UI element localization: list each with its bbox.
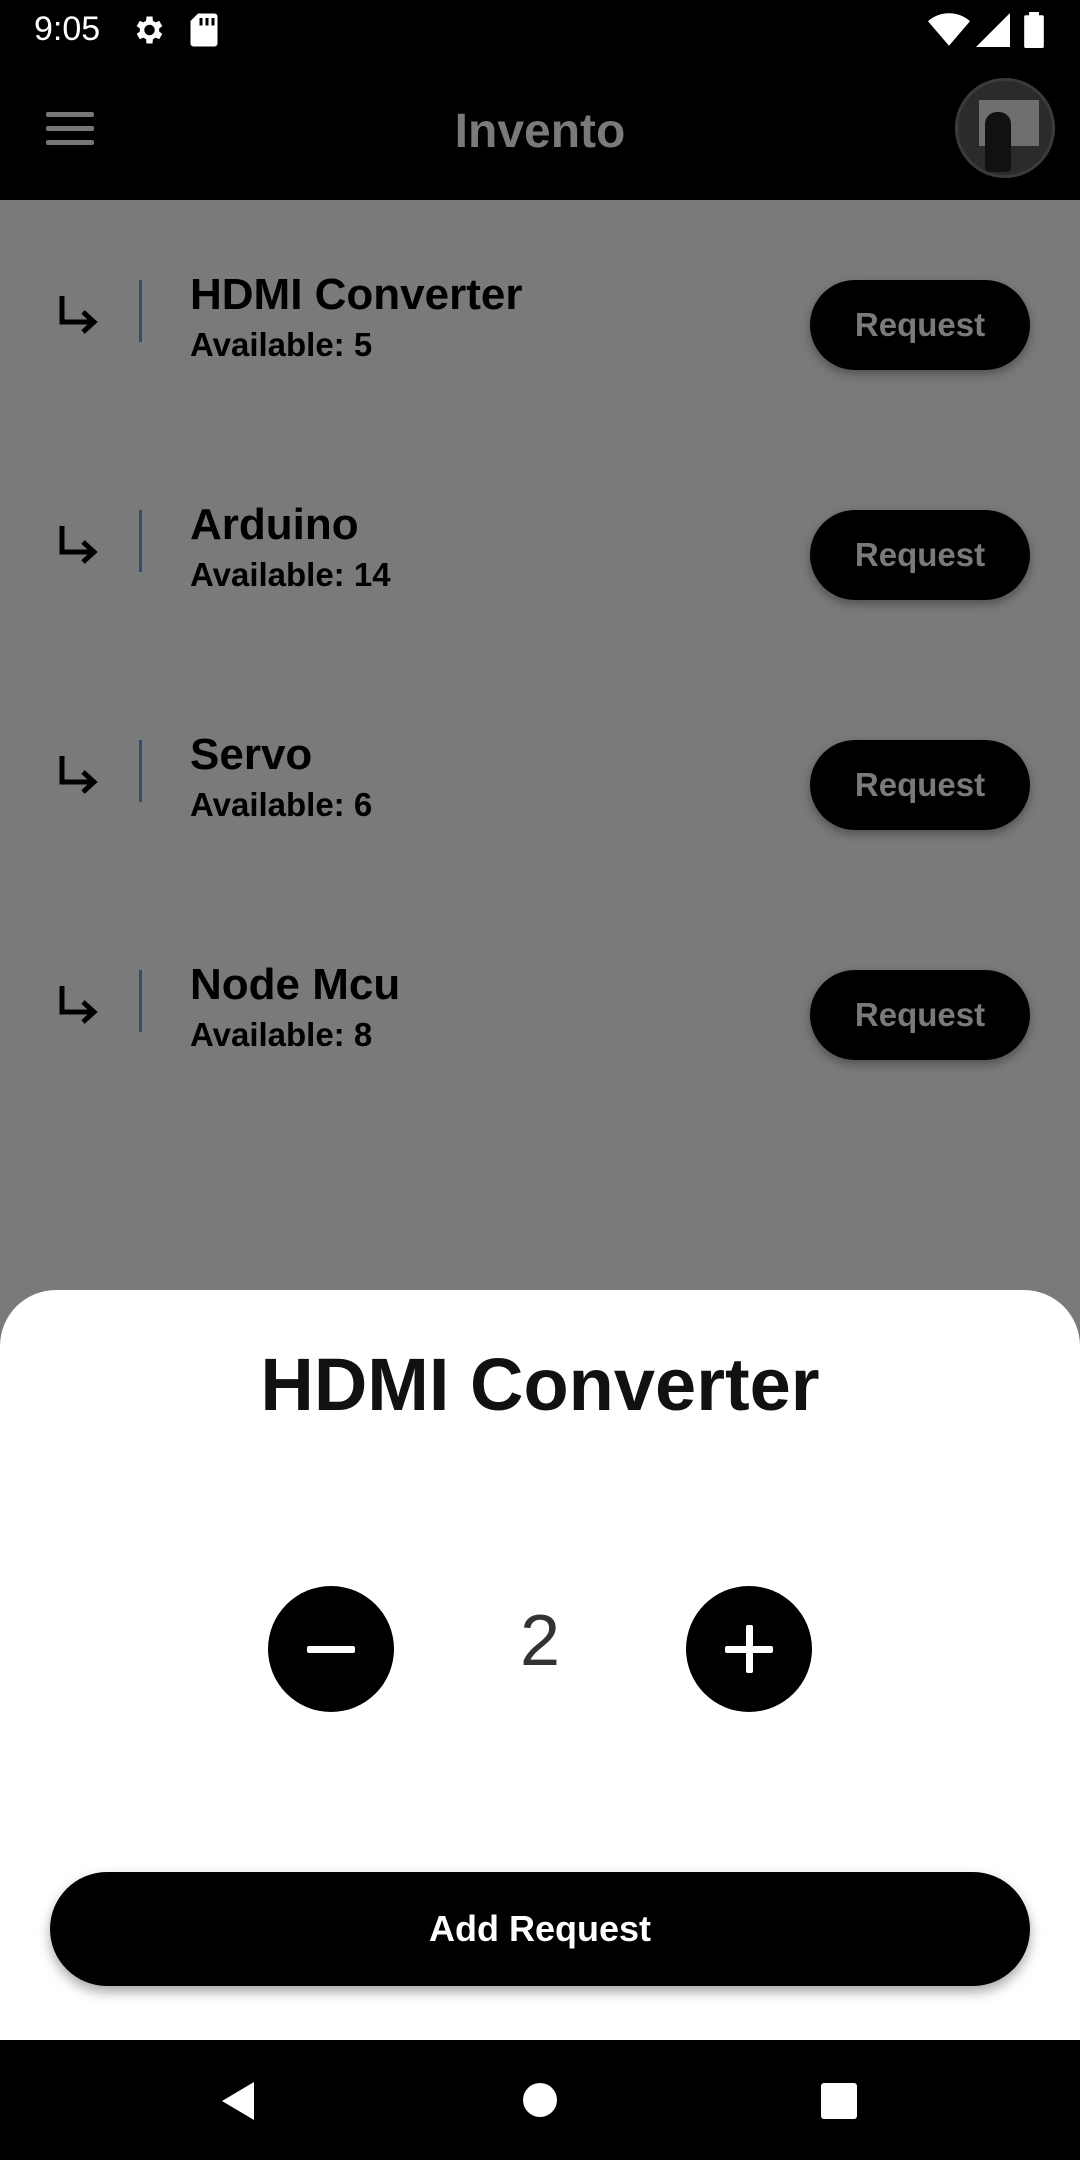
item-available: Available: 6	[190, 786, 373, 823]
quantity-value: 2	[519, 1601, 561, 1681]
minus-icon	[307, 1646, 355, 1653]
sheet-title: HDMI Converter	[260, 1343, 820, 1426]
subdirectory-arrow-icon	[59, 526, 98, 564]
divider	[139, 280, 142, 342]
item-name: HDMI Converter	[190, 270, 523, 319]
recents-icon[interactable]	[820, 2082, 858, 2120]
home-icon[interactable]	[522, 2082, 558, 2118]
sd-card-icon	[188, 12, 220, 53]
increment-button[interactable]	[686, 1586, 812, 1712]
divider	[139, 510, 142, 572]
list-item: Arduino Available: 14 Request	[0, 490, 1080, 620]
system-nav-bar	[0, 2040, 1080, 2160]
item-name: Servo	[190, 730, 313, 779]
subdirectory-arrow-icon	[59, 986, 98, 1024]
app-title: Invento	[454, 105, 626, 158]
app-bar: Invento	[0, 60, 1080, 200]
status-bar: 9:05	[0, 0, 1080, 60]
wifi-icon	[928, 12, 970, 53]
item-name: Node Mcu	[190, 960, 401, 1009]
gear-icon	[130, 12, 166, 53]
request-button[interactable]: Request	[810, 280, 1030, 370]
item-available: Available: 8	[190, 1016, 373, 1053]
divider	[139, 740, 142, 802]
subdirectory-arrow-icon	[59, 756, 98, 794]
divider	[139, 970, 142, 1032]
add-request-button[interactable]: Add Request	[50, 1872, 1030, 1986]
avatar[interactable]	[955, 78, 1055, 178]
request-button[interactable]: Request	[810, 970, 1030, 1060]
item-name: Arduino	[190, 500, 359, 549]
cell-signal-icon	[976, 12, 1010, 53]
list-item: Servo Available: 6 Request	[0, 720, 1080, 850]
request-bottom-sheet: HDMI Converter 2 Add Request	[0, 1290, 1080, 2040]
subdirectory-arrow-icon	[59, 296, 98, 334]
request-button[interactable]: Request	[810, 740, 1030, 830]
decrement-button[interactable]	[268, 1586, 394, 1712]
battery-icon	[1024, 12, 1044, 53]
item-available: Available: 5	[190, 326, 373, 363]
request-button[interactable]: Request	[810, 510, 1030, 600]
back-icon[interactable]	[218, 2080, 258, 2122]
status-time: 9:05	[34, 10, 101, 48]
item-available: Available: 14	[190, 556, 391, 593]
list-item: HDMI Converter Available: 5 Request	[0, 260, 1080, 390]
list-item: Node Mcu Available: 8 Request	[0, 950, 1080, 1080]
